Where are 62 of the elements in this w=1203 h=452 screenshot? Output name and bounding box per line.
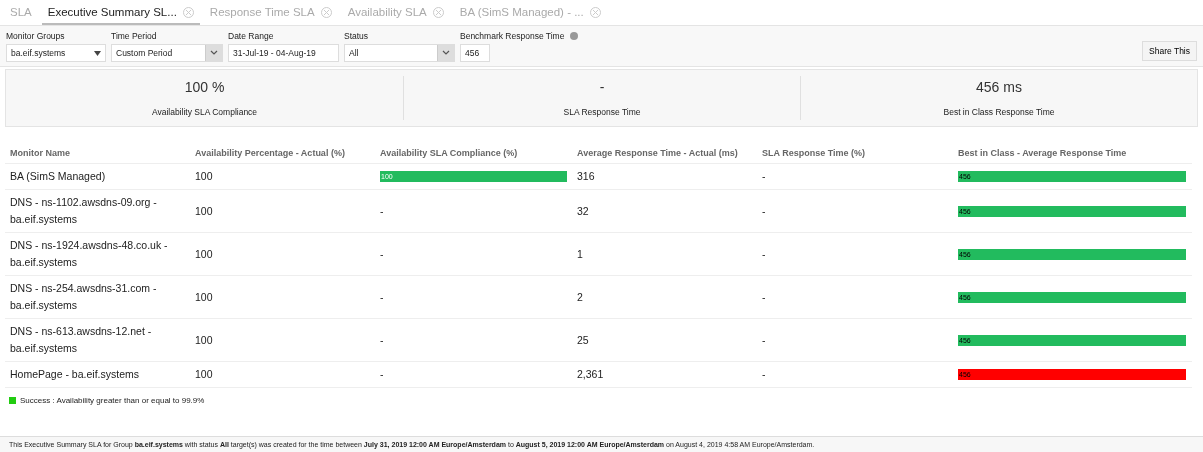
chevron-down-icon [442, 50, 450, 56]
info-icon[interactable] [570, 32, 579, 40]
summary-label: SLA Response Time [563, 107, 641, 117]
field-label: Date Range [228, 31, 274, 41]
table-cell-text: 100 [195, 203, 213, 219]
input-field[interactable]: 31-Jul-19 - 04-Aug-19 [228, 44, 339, 62]
summary-value: 456 ms [976, 79, 1022, 95]
legend-text: Success : Availability greater than or equal to 99.9% [20, 396, 205, 405]
table-cell-text: 100 [195, 332, 213, 348]
table-cell-text: 32 [577, 203, 589, 219]
field-label: Time Period [111, 31, 157, 41]
summary-label: Availability SLA Compliance [151, 107, 258, 117]
table-cell-text: 2 [577, 289, 583, 305]
table-cell-text: - [762, 332, 766, 348]
dropdown-triangle-icon [94, 50, 101, 56]
chevron-down-icon [210, 50, 218, 56]
field-value: 31-Jul-19 - 04-Aug-19 [233, 48, 316, 58]
summary-value: - [599, 79, 605, 95]
table-cell-text: 100 [195, 246, 213, 262]
field-value: 456 [465, 48, 480, 58]
column-header: Availability SLA Compliance (%) [375, 143, 572, 164]
field-value: ba.eif.systems [11, 48, 66, 58]
table-cell-text: 25 [577, 332, 589, 348]
select-field[interactable]: ba.eif.systems [6, 44, 106, 62]
table-cell-text: 100 [195, 367, 213, 382]
field-label: Status [344, 31, 369, 41]
field-value: Custom Period [116, 48, 173, 58]
monitor-name: DNS - ns-613.awsdns-12.net - ba.eif.systems [10, 324, 153, 356]
field-label: Benchmark Response Time [460, 31, 565, 41]
input-field[interactable]: 456 [460, 44, 490, 62]
monitor-name: DNS - ns-1102.awsdns-09.org - ba.eif.systems [10, 195, 158, 227]
table-cell-text: - [380, 246, 384, 262]
table-cell-text: - [380, 203, 384, 219]
table-cell-text: 2,361 [577, 367, 604, 382]
table-cell-text: - [762, 246, 766, 262]
column-header: SLA Response Time (%) [757, 143, 953, 164]
select-field[interactable]: Custom Period [111, 44, 223, 62]
table-cell-text: - [762, 289, 766, 305]
field-value: All [349, 48, 359, 58]
monitor-name: DNS - ns-1924.awsdns-48.co.uk - ba.eif.systems [10, 238, 169, 270]
column-header: Availability Percentage - Actual (%) [190, 143, 375, 164]
monitor-name: DNS - ns-254.awsdns-31.com - ba.eif.systems [10, 281, 158, 313]
column-header: Best in Class - Average Response Time [953, 143, 1192, 164]
table-cell-text: - [762, 169, 766, 184]
table-cell-text: 316 [577, 169, 595, 184]
table-cell-text: 100 [195, 169, 213, 184]
column-header: Average Response Time - Actual (ms) [572, 143, 757, 164]
table-cell-text: - [380, 289, 384, 305]
table-cell-text: 100 [195, 289, 213, 305]
column-header: Monitor Name [5, 143, 190, 164]
table-cell-text: 1 [577, 246, 583, 262]
summary-value: 100 % [184, 79, 225, 95]
summary-label: Best in Class Response Time [943, 107, 1055, 117]
monitor-name: HomePage - ba.eif.systems [10, 367, 139, 382]
monitor-name: BA (SimS Managed) [10, 169, 106, 184]
field-label: Monitor Groups [6, 31, 65, 41]
share-button[interactable]: Share This [1142, 41, 1197, 61]
table-cell-text: - [380, 367, 384, 382]
table-cell-text: - [762, 367, 766, 382]
table-cell-text: - [762, 203, 766, 219]
select-field[interactable]: All [344, 44, 455, 62]
table-cell-text: - [380, 332, 384, 348]
